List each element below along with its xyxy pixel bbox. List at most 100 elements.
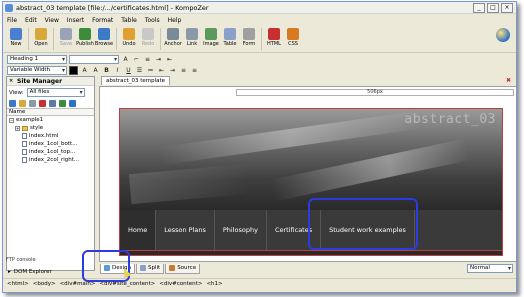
menu-tools[interactable]: Tools <box>145 17 160 24</box>
css-button[interactable]: CSS <box>284 26 302 47</box>
maximize-button[interactable]: □ <box>487 3 499 13</box>
font-select[interactable] <box>69 54 119 64</box>
format-list-icon[interactable]: ≡ <box>143 55 152 64</box>
refresh-icon[interactable] <box>9 100 16 107</box>
text-color-icon[interactable]: A <box>121 55 130 64</box>
redo-icon <box>142 28 154 40</box>
table-icon <box>224 28 236 40</box>
nav-philosophy[interactable]: Philosophy <box>215 210 267 250</box>
form-button[interactable]: Form <box>240 26 258 47</box>
main-toolbar: New Open Save Publish Browse Undo Redo A… <box>3 26 516 53</box>
format-outdent-icon[interactable]: ⇤ <box>165 55 174 64</box>
nav-home[interactable]: Home <box>120 210 157 250</box>
menu-format[interactable]: Format <box>92 17 113 24</box>
bold-button[interactable]: B <box>102 66 111 75</box>
publish-button[interactable]: Publish <box>76 26 94 47</box>
tree-item-file[interactable]: index_1col_top... <box>7 148 94 156</box>
rename-icon[interactable] <box>49 100 56 107</box>
expand-icon[interactable]: + <box>15 125 20 131</box>
edit-mode-bar: Design Split Source Normal <box>99 263 516 274</box>
close-panel-icon[interactable]: × <box>9 78 14 84</box>
tree-item-label: style <box>30 125 44 131</box>
tree-item-file[interactable]: index.html <box>7 132 94 140</box>
tree-item-file[interactable]: index_2col_right... <box>7 156 94 164</box>
link-button[interactable]: Link <box>183 26 201 47</box>
status-path-html[interactable]: <html> <box>7 281 29 287</box>
dom-explorer-toggle-icon[interactable]: ▸ <box>8 269 11 275</box>
browse-button[interactable]: Browse <box>95 26 113 47</box>
anchor-icon <box>167 28 179 40</box>
anchor-button[interactable]: Anchor <box>164 26 182 47</box>
table-button[interactable]: Table <box>221 26 239 47</box>
view-mode-select[interactable]: Normal <box>467 264 513 273</box>
publish-site-icon[interactable] <box>59 100 66 107</box>
status-path-h1[interactable]: <h1> <box>206 281 222 287</box>
font-smaller-icon[interactable]: A <box>80 66 89 75</box>
status-path-body[interactable]: <body> <box>33 281 56 287</box>
dom-explorer-label: DOM Explorer <box>13 268 52 275</box>
kompozer-app-icon <box>5 3 13 12</box>
html-button[interactable]: HTML <box>265 26 283 47</box>
color-swatch[interactable] <box>69 65 78 75</box>
numbered-list-icon[interactable]: ≔ <box>146 66 155 75</box>
toolbar-separator <box>28 28 29 50</box>
bullet-list-icon[interactable]: ☰ <box>135 66 144 75</box>
toolbar-separator <box>53 28 54 50</box>
browse-site-icon[interactable] <box>69 100 76 107</box>
minimize-button[interactable]: _ <box>473 3 485 13</box>
css-icon <box>287 28 299 40</box>
column-header-name[interactable]: Name <box>7 108 94 116</box>
menu-help[interactable]: Help <box>168 17 182 24</box>
redo-button[interactable]: Redo <box>139 26 157 47</box>
align-left-icon[interactable]: ≡ <box>179 66 188 75</box>
tree-item-label: example1 <box>16 117 44 123</box>
new-button[interactable]: New <box>7 26 25 47</box>
tree-item-root[interactable]: − example1 <box>7 116 94 124</box>
link-icon <box>186 28 198 40</box>
new-folder-icon[interactable] <box>19 100 26 107</box>
menu-table[interactable]: Table <box>121 17 137 24</box>
browse-label: Browse <box>94 41 114 47</box>
save-button[interactable]: Save <box>57 26 75 47</box>
anchor-label: Anchor <box>164 41 182 47</box>
nav-lesson-plans[interactable]: Lesson Plans <box>156 210 215 250</box>
undo-button[interactable]: Undo <box>120 26 138 47</box>
indent-icon[interactable]: ⇥ <box>168 66 177 75</box>
underline-button[interactable]: U <box>124 66 133 75</box>
close-window-button[interactable]: × <box>501 3 513 13</box>
tree-item-file[interactable]: index_1col_bott... <box>7 140 94 148</box>
delete-icon[interactable] <box>39 100 46 107</box>
font-larger-icon[interactable]: A <box>91 66 100 75</box>
width-style-select[interactable]: Variable Width <box>7 65 67 75</box>
status-path-content[interactable]: <div#content> <box>159 281 202 287</box>
width-ruler: 506px <box>236 89 514 96</box>
kompozer-throbber-icon <box>496 28 510 42</box>
tree-item-folder[interactable]: + style <box>7 124 94 132</box>
source-mode-tab[interactable]: Source <box>165 263 201 274</box>
form-label: Form <box>242 41 256 47</box>
italic-button[interactable]: I <box>113 66 122 75</box>
menu-edit[interactable]: Edit <box>25 17 37 24</box>
menu-file[interactable]: File <box>7 17 17 24</box>
split-mode-tab[interactable]: Split <box>136 263 165 274</box>
menu-view[interactable]: View <box>45 17 59 24</box>
format-indent-icon[interactable]: ⇥ <box>154 55 163 64</box>
paragraph-style-select[interactable]: Heading 1 <box>7 54 67 64</box>
window-controls: _ □ × <box>473 3 513 13</box>
redo-label: Redo <box>141 41 155 47</box>
document-tab[interactable]: abstract_03 template <box>101 76 171 85</box>
view-filter-select[interactable]: All files <box>26 88 85 97</box>
open-button[interactable]: Open <box>32 26 50 47</box>
html-icon <box>268 28 280 40</box>
edit-site-icon[interactable] <box>29 100 36 107</box>
open-label: Open <box>34 41 48 47</box>
align-center-icon[interactable]: ≡ <box>190 66 199 75</box>
close-tab-icon[interactable]: ✖ <box>506 77 513 84</box>
collapse-icon[interactable]: − <box>9 117 14 123</box>
outdent-icon[interactable]: ⇤ <box>157 66 166 75</box>
new-icon <box>10 28 22 40</box>
status-bar: <html> <body> <div#main> <div#site_conte… <box>3 278 516 288</box>
highlight-color-icon[interactable]: ⌐ <box>132 55 141 64</box>
menu-insert[interactable]: Insert <box>67 17 84 24</box>
image-button[interactable]: Image <box>202 26 220 47</box>
